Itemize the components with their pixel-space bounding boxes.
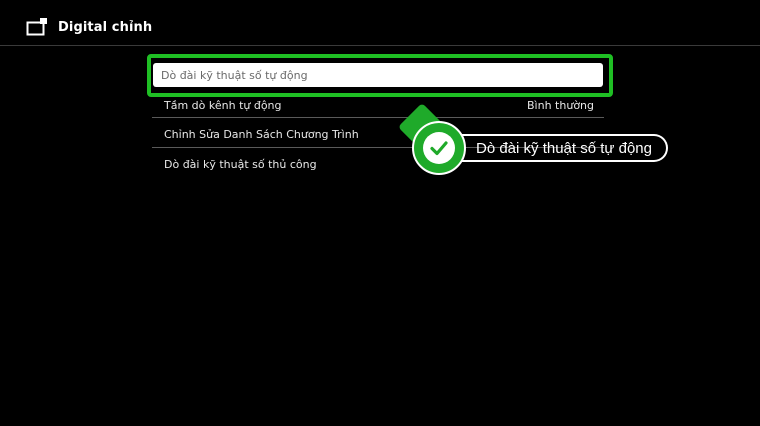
- callout-text: Dò đài kỹ thuật số tự động: [476, 139, 652, 157]
- header: Digital chỉnh: [26, 16, 152, 38]
- tv-input-icon: [26, 18, 47, 36]
- selection-highlight-box: [147, 54, 613, 97]
- row-divider: [152, 117, 604, 118]
- check-disc: [423, 132, 455, 164]
- page-title: Digital chỉnh: [58, 19, 153, 35]
- menu-item-auto-scan-range[interactable]: Tầm dò kênh tự động Bình thường: [164, 94, 604, 116]
- menu-item-label: Chỉnh Sửa Danh Sách Chương Trình: [164, 127, 359, 141]
- tv-settings-screen: Digital chỉnh Dò đài kỹ thuật số tự động…: [0, 0, 760, 426]
- menu-item-value: Bình thường: [527, 98, 594, 112]
- header-divider: [0, 45, 760, 46]
- menu-item-label: Dò đài kỹ thuật số thủ công: [164, 157, 317, 171]
- checkmark-icon: [430, 141, 448, 156]
- callout-badge: [412, 121, 466, 175]
- callout-label: Dò đài kỹ thuật số tự động: [462, 134, 668, 162]
- menu-item-label: Tầm dò kênh tự động: [164, 98, 282, 112]
